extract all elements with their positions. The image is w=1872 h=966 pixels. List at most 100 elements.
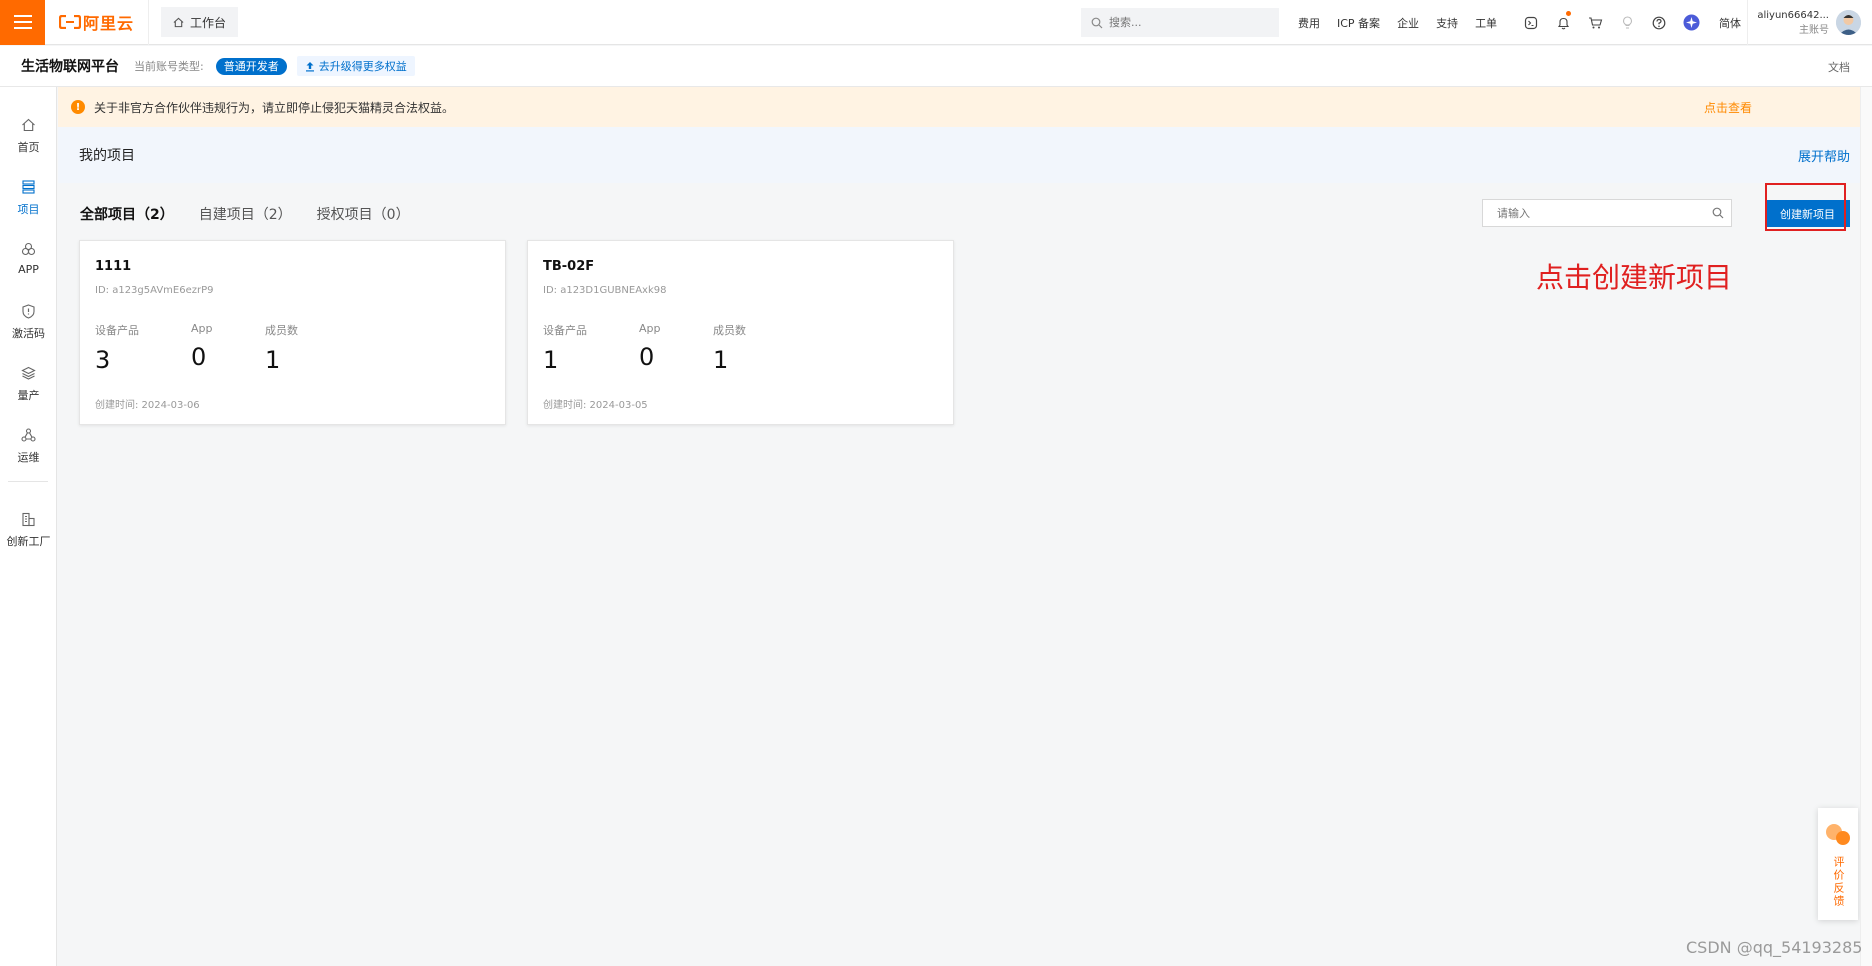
top-links: 费用 ICP 备案 企业 支持 工单 bbox=[1298, 0, 1514, 45]
sidebar-item-mass-production[interactable]: 量产 bbox=[0, 357, 57, 413]
sidebar-divider bbox=[8, 481, 48, 482]
sidebar-item-project[interactable]: 项目 bbox=[0, 171, 57, 227]
expand-help-link[interactable]: 展开帮助 bbox=[1798, 146, 1850, 165]
link-enterprise[interactable]: 企业 bbox=[1397, 15, 1419, 31]
page-header: 我的项目 展开帮助 bbox=[58, 127, 1872, 183]
stat-app: App 0 bbox=[191, 322, 213, 371]
feedback-label: 评价反馈 bbox=[1832, 856, 1845, 908]
sidebar-item-label: 创新工厂 bbox=[6, 535, 51, 548]
feedback-icon bbox=[1826, 824, 1850, 845]
stat-label: 设备产品 bbox=[95, 324, 139, 337]
stat-device-products: 设备产品 3 bbox=[95, 322, 139, 374]
link-support[interactable]: 支持 bbox=[1436, 15, 1458, 31]
scrollbar[interactable] bbox=[1860, 87, 1872, 966]
notice-view-link[interactable]: 点击查看 bbox=[1704, 99, 1752, 116]
workbench-label: 工作台 bbox=[190, 15, 227, 30]
workbench-button[interactable]: 工作台 bbox=[161, 7, 239, 37]
stat-label: 成员数 bbox=[265, 324, 298, 337]
global-search-input[interactable] bbox=[1109, 16, 1259, 29]
link-ticket[interactable]: 工单 bbox=[1475, 15, 1497, 31]
language-switch[interactable]: 简体 bbox=[1719, 15, 1741, 31]
created-time: 创建时间: 2024-03-05 bbox=[543, 400, 648, 411]
ops-icon bbox=[21, 428, 36, 442]
help-button[interactable] bbox=[1643, 0, 1675, 45]
search-button[interactable] bbox=[1712, 207, 1724, 219]
docs-link[interactable]: 文档 bbox=[1828, 59, 1850, 75]
project-card[interactable]: 1111 ID: a123g5AVmE6ezrP9 设备产品 3 App 0 成… bbox=[79, 240, 506, 425]
tab-all-projects[interactable]: 全部项目（2） bbox=[80, 204, 174, 224]
project-id: ID: a123D1GUBNEAxk98 bbox=[543, 285, 667, 296]
stat-value: 0 bbox=[639, 343, 655, 371]
avatar[interactable] bbox=[1836, 10, 1861, 35]
menu-icon bbox=[13, 15, 32, 29]
global-search[interactable] bbox=[1081, 8, 1279, 37]
home-icon bbox=[22, 118, 35, 132]
top-icon-group bbox=[1515, 0, 1707, 45]
sidebar-item-activation-code[interactable]: 激活码 bbox=[0, 295, 57, 351]
question-icon bbox=[1652, 16, 1666, 29]
upgrade-link[interactable]: 去升级得更多权益 bbox=[296, 56, 415, 76]
tab-own-projects[interactable]: 自建项目（2） bbox=[199, 204, 292, 224]
stat-value: 1 bbox=[543, 346, 559, 374]
info-icon: ! bbox=[71, 100, 85, 114]
sidebar-item-label: 激活码 bbox=[12, 327, 45, 340]
ideas-button[interactable] bbox=[1611, 0, 1643, 45]
feedback-widget[interactable]: 评价反馈 bbox=[1818, 808, 1858, 920]
hamburger-menu-button[interactable] bbox=[0, 0, 45, 45]
platform-name: 生活物联网平台 bbox=[21, 59, 119, 75]
watermark: CSDN @qq_54193285 bbox=[1686, 938, 1863, 957]
cloud-shell-icon bbox=[1524, 16, 1538, 29]
project-card[interactable]: TB-02F ID: a123D1GUBNEAxk98 设备产品 1 App 0… bbox=[527, 240, 954, 425]
sidebar-item-label: 运维 bbox=[17, 451, 40, 464]
aliyun-logo[interactable]: 阿里云 bbox=[59, 10, 134, 34]
account-type-badge: 普通开发者 bbox=[215, 57, 287, 75]
assistant-button[interactable] bbox=[1675, 0, 1707, 45]
stat-app: App 0 bbox=[639, 322, 661, 371]
logo-text: 阿里云 bbox=[83, 14, 135, 33]
stat-label: App bbox=[191, 322, 213, 335]
create-project-button[interactable]: 创建新项目 bbox=[1765, 200, 1850, 227]
divider bbox=[148, 0, 150, 45]
project-id: ID: a123g5AVmE6ezrP9 bbox=[95, 285, 214, 296]
sidebar: 首页 项目 APP 激活码 量产 运维 创新工厂 bbox=[0, 87, 57, 966]
project-search-input[interactable] bbox=[1497, 206, 1707, 220]
notice-text: 关于非官方合作伙伴违规行为，请立即停止侵犯天猫精灵合法权益。 bbox=[94, 100, 455, 115]
user-name: aliyun66642... bbox=[1757, 10, 1829, 21]
notification-dot bbox=[1566, 11, 1571, 16]
project-tabs: 全部项目（2） 自建项目（2） 授权项目（0） bbox=[80, 204, 435, 224]
notifications-button[interactable] bbox=[1547, 0, 1579, 45]
shield-icon bbox=[22, 303, 35, 319]
notice-banner: ! 关于非官方合作伙伴违规行为，请立即停止侵犯天猫精灵合法权益。 点击查看 bbox=[58, 87, 1872, 127]
upgrade-label: 去升级得更多权益 bbox=[318, 60, 407, 73]
divider bbox=[1747, 0, 1748, 45]
factory-icon bbox=[22, 512, 35, 526]
annotation-text: 点击创建新项目 bbox=[1536, 261, 1733, 294]
tab-authorized-projects[interactable]: 授权项目（0） bbox=[317, 204, 410, 224]
assistant-icon bbox=[1683, 14, 1699, 31]
avatar-icon bbox=[1836, 10, 1861, 35]
terminal-button[interactable] bbox=[1515, 0, 1547, 45]
stat-value: 1 bbox=[265, 346, 281, 374]
stat-label: 设备产品 bbox=[543, 324, 587, 337]
bell-icon bbox=[1557, 17, 1569, 29]
sidebar-item-innovation-factory[interactable]: 创新工厂 bbox=[0, 503, 57, 559]
cart-button[interactable] bbox=[1579, 0, 1611, 45]
lightbulb-icon bbox=[1622, 15, 1632, 29]
stat-value: 1 bbox=[713, 346, 729, 374]
stat-label: 成员数 bbox=[713, 324, 746, 337]
stat-value: 3 bbox=[95, 346, 111, 374]
sidebar-item-home[interactable]: 首页 bbox=[0, 109, 57, 165]
link-billing[interactable]: 费用 bbox=[1298, 15, 1320, 31]
link-icp[interactable]: ICP 备案 bbox=[1337, 15, 1380, 31]
sidebar-item-label: APP bbox=[18, 263, 39, 276]
cart-icon bbox=[1588, 16, 1602, 28]
project-search[interactable] bbox=[1482, 199, 1732, 227]
sidebar-item-app[interactable]: APP bbox=[0, 233, 57, 289]
sidebar-item-operations[interactable]: 运维 bbox=[0, 419, 57, 475]
search-icon bbox=[1091, 17, 1103, 28]
search-icon bbox=[1712, 207, 1724, 219]
created-time: 创建时间: 2024-03-06 bbox=[95, 400, 200, 411]
home-icon bbox=[173, 17, 184, 27]
user-menu[interactable]: aliyun66642... 主账号 bbox=[1757, 8, 1829, 38]
product-subheader: 生活物联网平台 当前账号类型: 普通开发者 去升级得更多权益 文档 bbox=[0, 46, 1872, 87]
